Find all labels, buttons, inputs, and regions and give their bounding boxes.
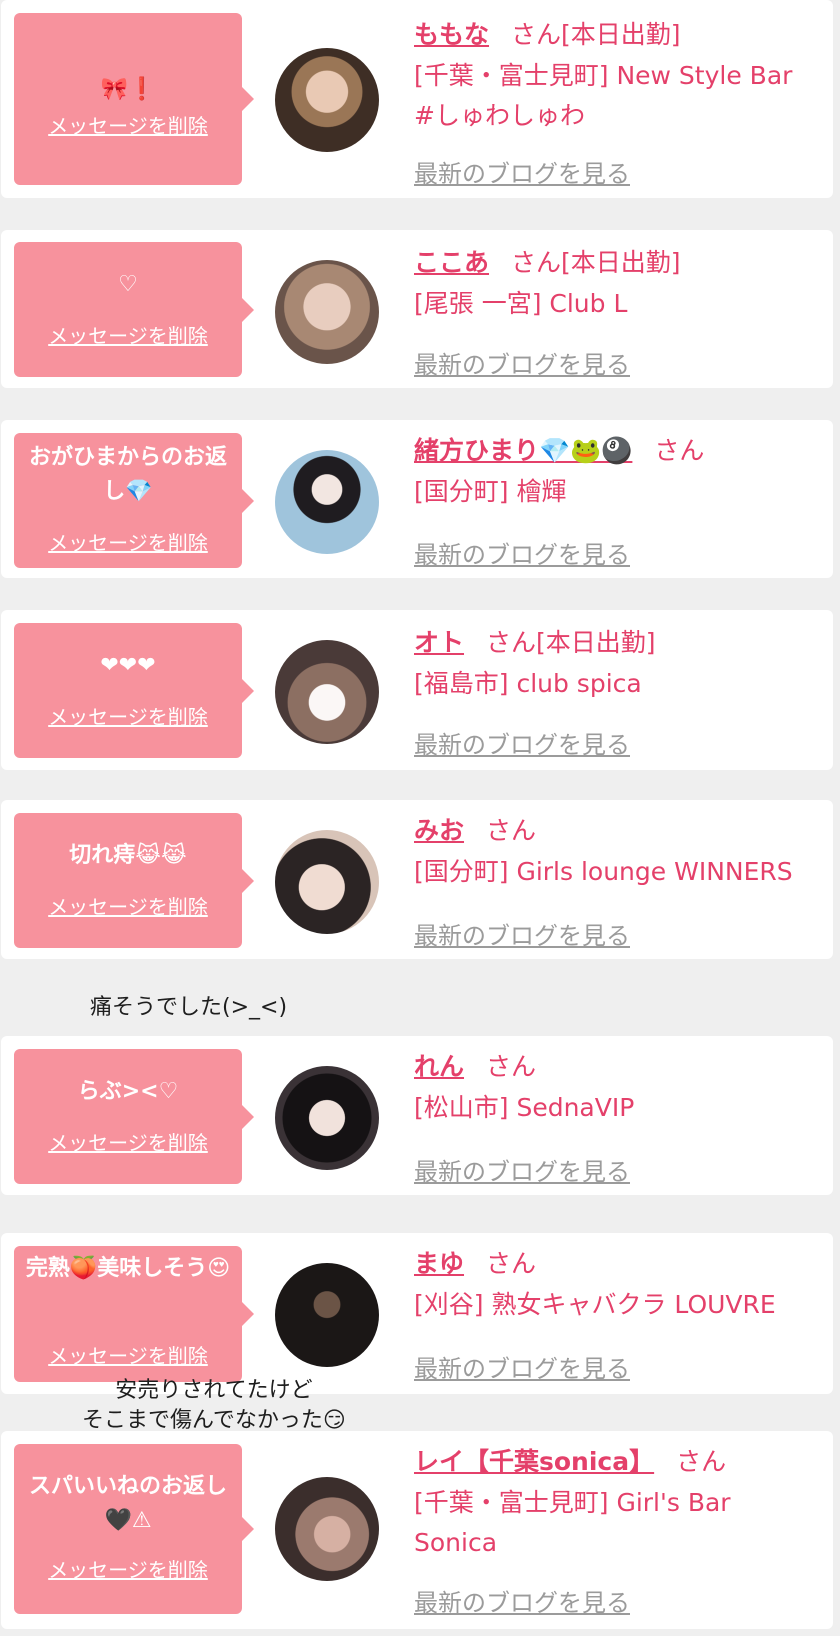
delete-message-link[interactable]: メッセージを削除: [14, 701, 242, 730]
message-text: 🎀❗: [100, 77, 156, 102]
cast-name-link[interactable]: ここあ: [414, 248, 489, 277]
avatar[interactable]: [275, 1477, 379, 1581]
status-text: [本日出勤]: [561, 248, 681, 277]
blog-link[interactable]: 最新のブログを見る: [414, 154, 630, 189]
message-card: スパいいねのお返し🖤⚠ メッセージを削除 レイ【千葉sonica】 さん [千葉・…: [1, 1431, 833, 1629]
delete-message-link[interactable]: メッセージを削除: [14, 320, 242, 349]
cast-name-link[interactable]: まゆ: [414, 1249, 464, 1278]
avatar[interactable]: [275, 48, 379, 152]
message-text: 切れ痔😹😹: [69, 843, 187, 868]
shop-info: [国分町] Girls lounge WINNERS: [414, 857, 793, 886]
message-text: ♡: [118, 272, 138, 297]
profile-info: みお さん [国分町] Girls lounge WINNERS: [414, 814, 814, 892]
blog-link[interactable]: 最新のブログを見る: [414, 345, 630, 380]
avatar[interactable]: [275, 640, 379, 744]
message-bubble: ❤❤❤ メッセージを削除: [14, 623, 254, 758]
message-bubble: らぶ><♡ メッセージを削除: [14, 1049, 254, 1184]
profile-info: 緒方ひまり💎🐸🎱 さん [国分町] 檜輝: [414, 434, 814, 512]
message-card: おがひまからのお返し💎 メッセージを削除 緒方ひまり💎🐸🎱 さん [国分町] 檜輝…: [1, 420, 833, 578]
message-card: 切れ痔😹😹 メッセージを削除 みお さん [国分町] Girls lounge W…: [1, 800, 833, 959]
san-label: さん: [511, 20, 562, 49]
handwritten-note: 安売りされてたけど そこまで傷んでなかった😏: [82, 1376, 346, 1436]
delete-message-link[interactable]: メッセージを削除: [14, 1554, 242, 1583]
delete-message-link[interactable]: メッセージを削除: [14, 1127, 242, 1156]
shop-info: [松山市] SednaVIP: [414, 1093, 635, 1122]
cast-name-link[interactable]: ももな: [414, 20, 489, 49]
avatar[interactable]: [275, 260, 379, 364]
cast-name-link[interactable]: オト: [414, 628, 464, 657]
note-line: そこまで傷んでなかった😏: [82, 1408, 346, 1433]
profile-info: レイ【千葉sonica】 さん [千葉・富士見町] Girl's Bar Soni…: [414, 1445, 814, 1563]
message-text: おがひまからのお返し💎: [28, 445, 227, 504]
shop-info: [国分町] 檜輝: [414, 477, 567, 506]
delete-message-link[interactable]: メッセージを削除: [14, 527, 242, 556]
san-label: さん: [486, 816, 537, 845]
shop-info: [尾張 一宮] Club L: [414, 289, 628, 318]
status-text: [本日出勤]: [561, 20, 681, 49]
message-text: スパいいねのお返し🖤⚠: [28, 1474, 227, 1533]
shop-info: [千葉・富士見町] Girl's Bar Sonica: [414, 1488, 731, 1557]
shop-info: [千葉・富士見町] New Style Bar #しゅわしゅわ: [414, 61, 793, 130]
profile-info: オト さん[本日出勤] [福島市] club spica: [414, 626, 814, 704]
profile-info: まゆ さん [刈谷] 熟女キャバクラ LOUVRE: [414, 1247, 814, 1325]
blog-link[interactable]: 最新のブログを見る: [414, 1152, 630, 1187]
message-bubble: ♡ メッセージを削除: [14, 242, 254, 377]
profile-info: ももな さん[本日出勤] [千葉・富士見町] New Style Bar #しゅわ…: [414, 18, 814, 136]
blog-link[interactable]: 最新のブログを見る: [414, 1349, 630, 1384]
note-line: 安売りされてたけど: [115, 1378, 313, 1403]
cast-name-link[interactable]: みお: [414, 816, 464, 845]
blog-link[interactable]: 最新のブログを見る: [414, 916, 630, 951]
san-label: さん: [676, 1447, 727, 1476]
message-card: 🎀❗ メッセージを削除 ももな さん[本日出勤] [千葉・富士見町] New St…: [1, 0, 833, 198]
profile-info: れん さん [松山市] SednaVIP: [414, 1050, 814, 1128]
avatar[interactable]: [275, 1263, 379, 1367]
message-text: ❤❤❤: [100, 653, 156, 678]
blog-link[interactable]: 最新のブログを見る: [414, 725, 630, 760]
san-label: さん: [486, 1249, 537, 1278]
san-label: さん: [654, 436, 705, 465]
handwritten-note: 痛そうでした(>_<): [90, 995, 288, 1020]
san-label: さん: [486, 628, 537, 657]
message-bubble: 完熟🍑美味しそう😍 メッセージを削除: [14, 1246, 254, 1382]
san-label: さん: [486, 1052, 537, 1081]
message-text: 完熟🍑美味しそう😍: [25, 1256, 231, 1281]
message-bubble: おがひまからのお返し💎 メッセージを削除: [14, 433, 254, 568]
message-bubble: 🎀❗ メッセージを削除: [14, 13, 254, 185]
delete-message-link[interactable]: メッセージを削除: [14, 110, 242, 139]
cast-name-link[interactable]: れん: [414, 1052, 464, 1081]
cast-name-link[interactable]: 緒方ひまり💎🐸🎱: [414, 436, 632, 465]
san-label: さん: [511, 248, 562, 277]
delete-message-link[interactable]: メッセージを削除: [14, 891, 242, 920]
message-text: らぶ><♡: [77, 1079, 179, 1104]
shop-info: [福島市] club spica: [414, 669, 642, 698]
avatar[interactable]: [275, 450, 379, 554]
message-card: ♡ メッセージを削除 ここあ さん[本日出勤] [尾張 一宮] Club L 最新…: [1, 230, 833, 388]
blog-link[interactable]: 最新のブログを見る: [414, 1583, 630, 1618]
message-bubble: 切れ痔😹😹 メッセージを削除: [14, 813, 254, 948]
avatar[interactable]: [275, 1066, 379, 1170]
avatar[interactable]: [275, 830, 379, 934]
cast-name-link[interactable]: レイ【千葉sonica】: [414, 1447, 654, 1476]
message-card: ❤❤❤ メッセージを削除 オト さん[本日出勤] [福島市] club spica…: [1, 610, 833, 770]
profile-info: ここあ さん[本日出勤] [尾張 一宮] Club L: [414, 246, 814, 324]
status-text: [本日出勤]: [536, 628, 656, 657]
delete-message-link[interactable]: メッセージを削除: [14, 1340, 242, 1369]
blog-link[interactable]: 最新のブログを見る: [414, 535, 630, 570]
message-card: らぶ><♡ メッセージを削除 れん さん [松山市] SednaVIP 最新のブロ…: [1, 1036, 833, 1195]
shop-info: [刈谷] 熟女キャバクラ LOUVRE: [414, 1290, 776, 1319]
message-bubble: スパいいねのお返し🖤⚠ メッセージを削除: [14, 1444, 254, 1614]
message-card: 完熟🍑美味しそう😍 メッセージを削除 まゆ さん [刈谷] 熟女キャバクラ LOU…: [1, 1233, 833, 1394]
